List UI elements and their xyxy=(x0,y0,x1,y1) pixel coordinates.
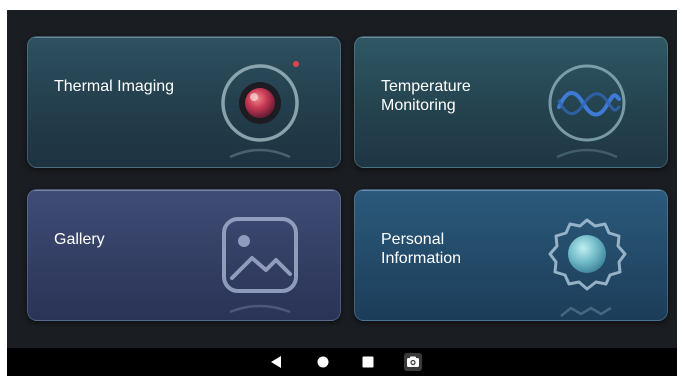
home-circle-icon[interactable] xyxy=(310,348,336,376)
temperature-monitoring-tile[interactable]: Temperature Monitoring xyxy=(354,36,668,168)
personal-information-tile[interactable]: Personal Information xyxy=(354,189,668,321)
thermal-imaging-tile[interactable]: Thermal Imaging xyxy=(27,36,341,168)
gallery-label: Gallery xyxy=(54,231,105,248)
gallery-tile[interactable]: Gallery xyxy=(27,189,341,321)
navigation-bar xyxy=(7,348,677,376)
camera-icon[interactable] xyxy=(400,348,426,376)
image-icon xyxy=(216,212,306,320)
camera-lens-icon xyxy=(216,59,306,167)
temperature-monitoring-label: Temperature Monitoring xyxy=(381,78,471,114)
wave-icon xyxy=(543,59,633,167)
gear-badge-icon xyxy=(543,212,633,320)
thermal-imaging-label: Thermal Imaging xyxy=(54,78,175,95)
app-screen: Thermal Imaging Temperature Monitoring G… xyxy=(7,10,677,376)
recents-square-icon[interactable] xyxy=(355,348,381,376)
back-triangle-icon[interactable] xyxy=(263,348,289,376)
personal-information-label: Personal Information xyxy=(381,231,462,267)
